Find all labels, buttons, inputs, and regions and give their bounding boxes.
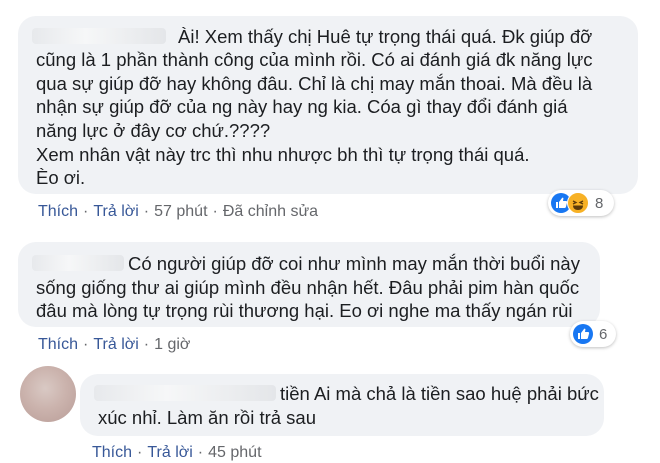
reaction-count: 6 bbox=[599, 325, 608, 343]
comment-text-line: Èo ơi. bbox=[36, 167, 86, 188]
commenter-name-redacted[interactable] bbox=[32, 28, 166, 44]
separator-dot: · bbox=[212, 203, 218, 220]
reaction-summary[interactable]: 8 bbox=[548, 190, 614, 216]
comment-text-line: sống giống thư ai giúp mình đều nhận hết… bbox=[36, 277, 580, 298]
commenter-name-redacted[interactable] bbox=[94, 385, 276, 401]
separator-dot: · bbox=[143, 203, 150, 220]
like-icon bbox=[573, 324, 593, 344]
comment-text-line: Xem nhân vật này trc thì nhu nhược bh th… bbox=[36, 144, 530, 165]
comment-text-line: xúc nhỉ. Làm ăn rồi trả sau bbox=[98, 407, 316, 428]
comment-text-line: nhận sự giúp đỡ của ng này hay ng kia. C… bbox=[36, 96, 568, 117]
comment-text-line: qua sự giúp đỡ hay không đâu. Chỉ là chị… bbox=[36, 73, 593, 94]
timestamp[interactable]: 1 giờ bbox=[154, 336, 190, 354]
separator-dot: · bbox=[137, 444, 143, 461]
reply-link[interactable]: Trả lời bbox=[147, 444, 192, 462]
comment-actions: Thích · Trả lời · 45 phút bbox=[92, 444, 262, 462]
haha-icon bbox=[567, 192, 589, 214]
comment-text-line: tiền Ai mà chả là tiền sao huệ phải bức bbox=[280, 383, 599, 404]
separator-dot: · bbox=[197, 444, 204, 461]
separator-dot: · bbox=[83, 203, 89, 220]
reaction-count: 8 bbox=[595, 194, 604, 212]
comment-text-line: đâu mà lòng tự trọng rùi thương hại. Eo … bbox=[36, 300, 573, 321]
comment-text-line: Ài! Xem thấy chị Huê tự trọng thái quá. … bbox=[178, 26, 593, 47]
comment-bubble-3: tiền Ai mà chả là tiền sao huệ phải bức … bbox=[80, 374, 604, 436]
comment-actions: Thích · Trả lời · 1 giờ bbox=[38, 336, 190, 354]
like-link[interactable]: Thích bbox=[38, 203, 78, 221]
comment-text-line: Có người giúp đỡ coi như mình may mắn th… bbox=[128, 253, 580, 274]
edited-label: Đã chỉnh sửa bbox=[222, 203, 319, 220]
comment-text-line: năng lực ở đây cơ chứ.???? bbox=[36, 120, 271, 141]
comment-text-line: cũng là 1 phần thành công của mình rồi. … bbox=[36, 49, 593, 70]
timestamp[interactable]: 45 phút bbox=[208, 444, 261, 462]
comment-bubble-1: Ài! Xem thấy chị Huê tự trọng thái quá. … bbox=[18, 16, 638, 194]
reaction-summary[interactable]: 6 bbox=[570, 321, 616, 347]
separator-dot: · bbox=[143, 336, 150, 353]
reply-link[interactable]: Trả lời bbox=[93, 336, 138, 354]
like-link[interactable]: Thích bbox=[92, 444, 132, 462]
comment-bubble-2: Có người giúp đỡ coi như mình may mắn th… bbox=[18, 242, 600, 327]
commenter-name-redacted[interactable] bbox=[32, 255, 124, 271]
avatar[interactable] bbox=[20, 366, 76, 422]
separator-dot: · bbox=[83, 336, 89, 353]
like-link[interactable]: Thích bbox=[38, 336, 78, 354]
comment-actions: Thích · Trả lời · 57 phút · Đã chỉnh sửa bbox=[38, 203, 318, 221]
reply-link[interactable]: Trả lời bbox=[93, 203, 138, 221]
timestamp[interactable]: 57 phút bbox=[154, 203, 207, 221]
